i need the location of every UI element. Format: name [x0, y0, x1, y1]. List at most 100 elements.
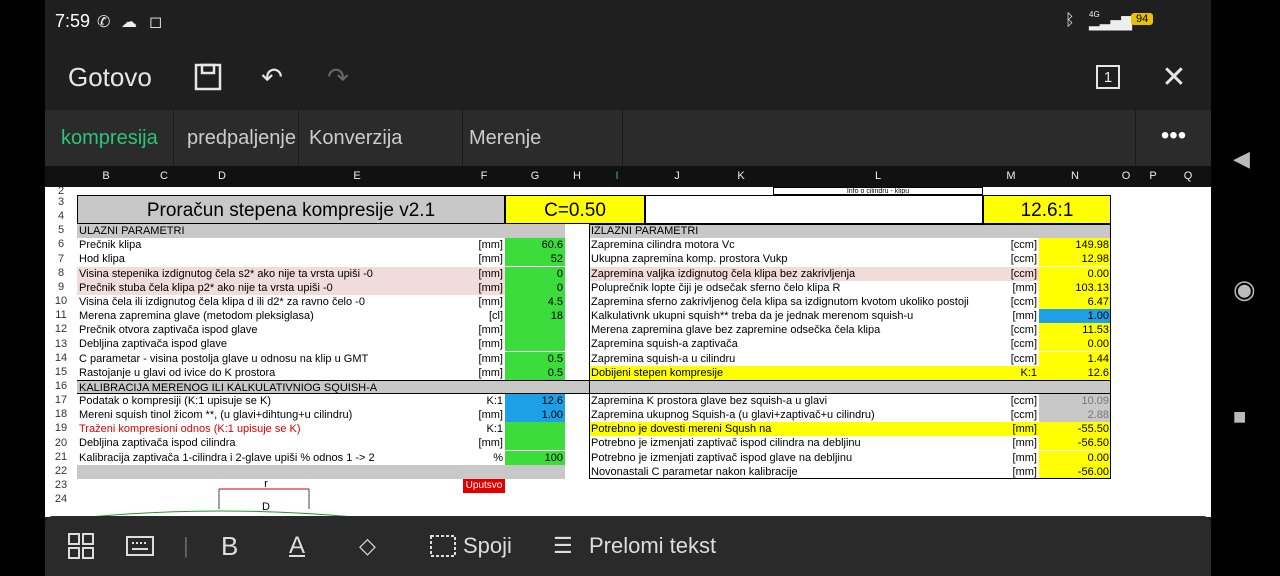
redo-icon[interactable]: ↷ [319, 58, 357, 96]
left-row-unit: [mm] [478, 366, 503, 379]
close-icon[interactable]: ✕ [1155, 58, 1193, 96]
uputsvo-button[interactable]: Uputsvo [463, 478, 505, 493]
row-number[interactable]: 8 [45, 266, 77, 280]
bluetooth-icon: ᛒ [1065, 12, 1075, 29]
calibration-left-value[interactable] [505, 422, 565, 437]
top-toolbar: Gotovo ↶ ↷ 1 ✕ [45, 44, 1211, 110]
calibration-left-value[interactable] [505, 436, 565, 451]
col-l[interactable]: L [773, 166, 983, 187]
col-k[interactable]: K [709, 166, 773, 187]
left-row-value[interactable]: 0 [505, 280, 565, 295]
more-icon[interactable]: ••• [1135, 110, 1211, 166]
col-h[interactable]: H [565, 166, 589, 187]
row-number[interactable]: 22 [45, 464, 77, 478]
calibration-left-value[interactable]: 100 [505, 450, 565, 465]
piston-sketch [88, 488, 355, 517]
row-number[interactable]: 12 [45, 322, 77, 336]
home-icon[interactable]: ◉ [1233, 274, 1256, 305]
row-number[interactable]: 18 [45, 407, 77, 421]
ratio-value: 12.6:1 [983, 195, 1111, 224]
undo-icon[interactable]: ↶ [253, 58, 291, 96]
row-number[interactable]: 5 [45, 223, 77, 237]
calibration-left-label: Kalibracija zaptivača 1-cilindra i 2-gla… [79, 451, 375, 464]
row-number[interactable]: 6 [45, 237, 77, 251]
wrap-text-button[interactable]: Prelomi tekst [589, 530, 716, 562]
row-number[interactable]: 14 [45, 351, 77, 365]
left-row-value[interactable]: 52 [505, 252, 565, 267]
signal-icon: ▂▃▅▇ [1089, 14, 1133, 30]
col-j[interactable]: J [645, 166, 709, 187]
wrap-text-icon[interactable]: ☰ [553, 530, 573, 562]
back-icon[interactable]: ◀ [1233, 146, 1250, 172]
col-c[interactable]: C [135, 166, 193, 187]
tab-konverzija-uglova[interactable]: Konverzija uglova [303, 110, 463, 205]
sheet-tabs: kompresija predpaljenje Konverzija uglov… [45, 110, 1211, 205]
row-number[interactable]: 20 [45, 436, 77, 450]
drawing-r-label: r [264, 477, 268, 490]
calibration-left-label: Debljina zaptivača ispod cilindra [79, 437, 236, 450]
row-number[interactable]: 21 [45, 450, 77, 464]
row-number[interactable]: 10 [45, 294, 77, 308]
row-number[interactable]: 16 [45, 379, 77, 393]
sheets-count-button[interactable]: 1 [1089, 58, 1127, 96]
col-f[interactable]: F [463, 166, 505, 187]
left-row-unit: [mm] [463, 280, 505, 295]
merge-button[interactable]: Spoji [463, 530, 512, 562]
done-button[interactable]: Gotovo [68, 62, 152, 93]
row-number[interactable]: 24 [45, 492, 77, 506]
whatsapp-icon: ✆ [97, 14, 111, 31]
row-number[interactable]: 7 [45, 252, 77, 266]
left-row-value[interactable]: 0.5 [505, 365, 565, 380]
col-b[interactable]: B [77, 166, 135, 187]
drawing-d-label: D [262, 501, 270, 514]
input-header: ULAZNI PARAMETRI [77, 224, 565, 239]
piston-drawing [79, 479, 359, 517]
tab-predpaljenje[interactable]: predpaljenje [181, 110, 299, 166]
row-number[interactable]: 15 [45, 365, 77, 379]
spreadsheet-grid[interactable]: 2 3 4 5 6 7 8 9 10 11 12 13 14 15 16 17 18 19 20 21 22 23 24 In… [45, 187, 1211, 517]
left-row-value[interactable]: 60.6 [505, 238, 565, 253]
row-number[interactable]: 23 [45, 478, 77, 492]
calibration-left-value[interactable]: 12.6 [505, 393, 565, 408]
row-number[interactable]: 19 [45, 421, 77, 435]
col-i[interactable]: I [589, 166, 645, 187]
android-nav-bar: ◀ ◉ ■ [1211, 0, 1280, 576]
calibration-left-unit: [mm] [478, 409, 503, 422]
col-e[interactable]: E [251, 166, 463, 187]
bold-icon[interactable]: B [221, 530, 238, 562]
layout-icon[interactable] [67, 530, 95, 562]
tab-merenje-auspuha[interactable]: Merenje auspuha [463, 110, 623, 205]
left-row-value[interactable] [505, 337, 565, 352]
col-q[interactable]: Q [1165, 166, 1211, 187]
tab-kompresija[interactable]: kompresija [55, 110, 174, 166]
col-o[interactable]: O [1111, 166, 1141, 187]
col-p[interactable]: P [1141, 166, 1165, 187]
text-color-icon[interactable]: A [289, 530, 305, 562]
left-row-value[interactable]: 0 [505, 266, 565, 281]
calibration-left-unit: % [493, 451, 503, 464]
row-number[interactable]: 13 [45, 337, 77, 351]
status-bar: 7:59 ✆ ☁ ◻ ᛒ 4G ▂▃▅▇ 94 [45, 0, 1211, 44]
save-icon[interactable] [189, 58, 227, 96]
left-row-value[interactable] [505, 323, 565, 338]
row-number[interactable]: 3 [45, 195, 77, 209]
row-number[interactable]: 17 [45, 393, 77, 407]
left-row-value[interactable]: 4.5 [505, 294, 565, 309]
recents-icon[interactable]: ■ [1233, 404, 1246, 430]
col-n[interactable]: N [1039, 166, 1111, 187]
calibration-left-value[interactable]: 1.00 [505, 408, 565, 423]
col-g[interactable]: G [505, 166, 565, 187]
row-number[interactable]: 4 [45, 209, 77, 223]
left-row-value[interactable]: 18 [505, 309, 565, 324]
merge-icon[interactable] [429, 530, 457, 562]
left-row-value[interactable]: 0.5 [505, 351, 565, 366]
sheets-count: 1 [1096, 65, 1120, 89]
col-m[interactable]: M [983, 166, 1039, 187]
row-number[interactable]: 9 [45, 280, 77, 294]
row-number[interactable]: 11 [45, 308, 77, 322]
keyboard-icon[interactable] [125, 530, 155, 562]
left-row-label: Merena zapremina glave (metodom pleksigl… [79, 310, 314, 323]
col-d[interactable]: D [193, 166, 251, 187]
left-row-label: Visina stepenika izdignutog čela s2* ako… [77, 266, 463, 281]
fill-color-icon[interactable]: ◇ [359, 530, 376, 562]
